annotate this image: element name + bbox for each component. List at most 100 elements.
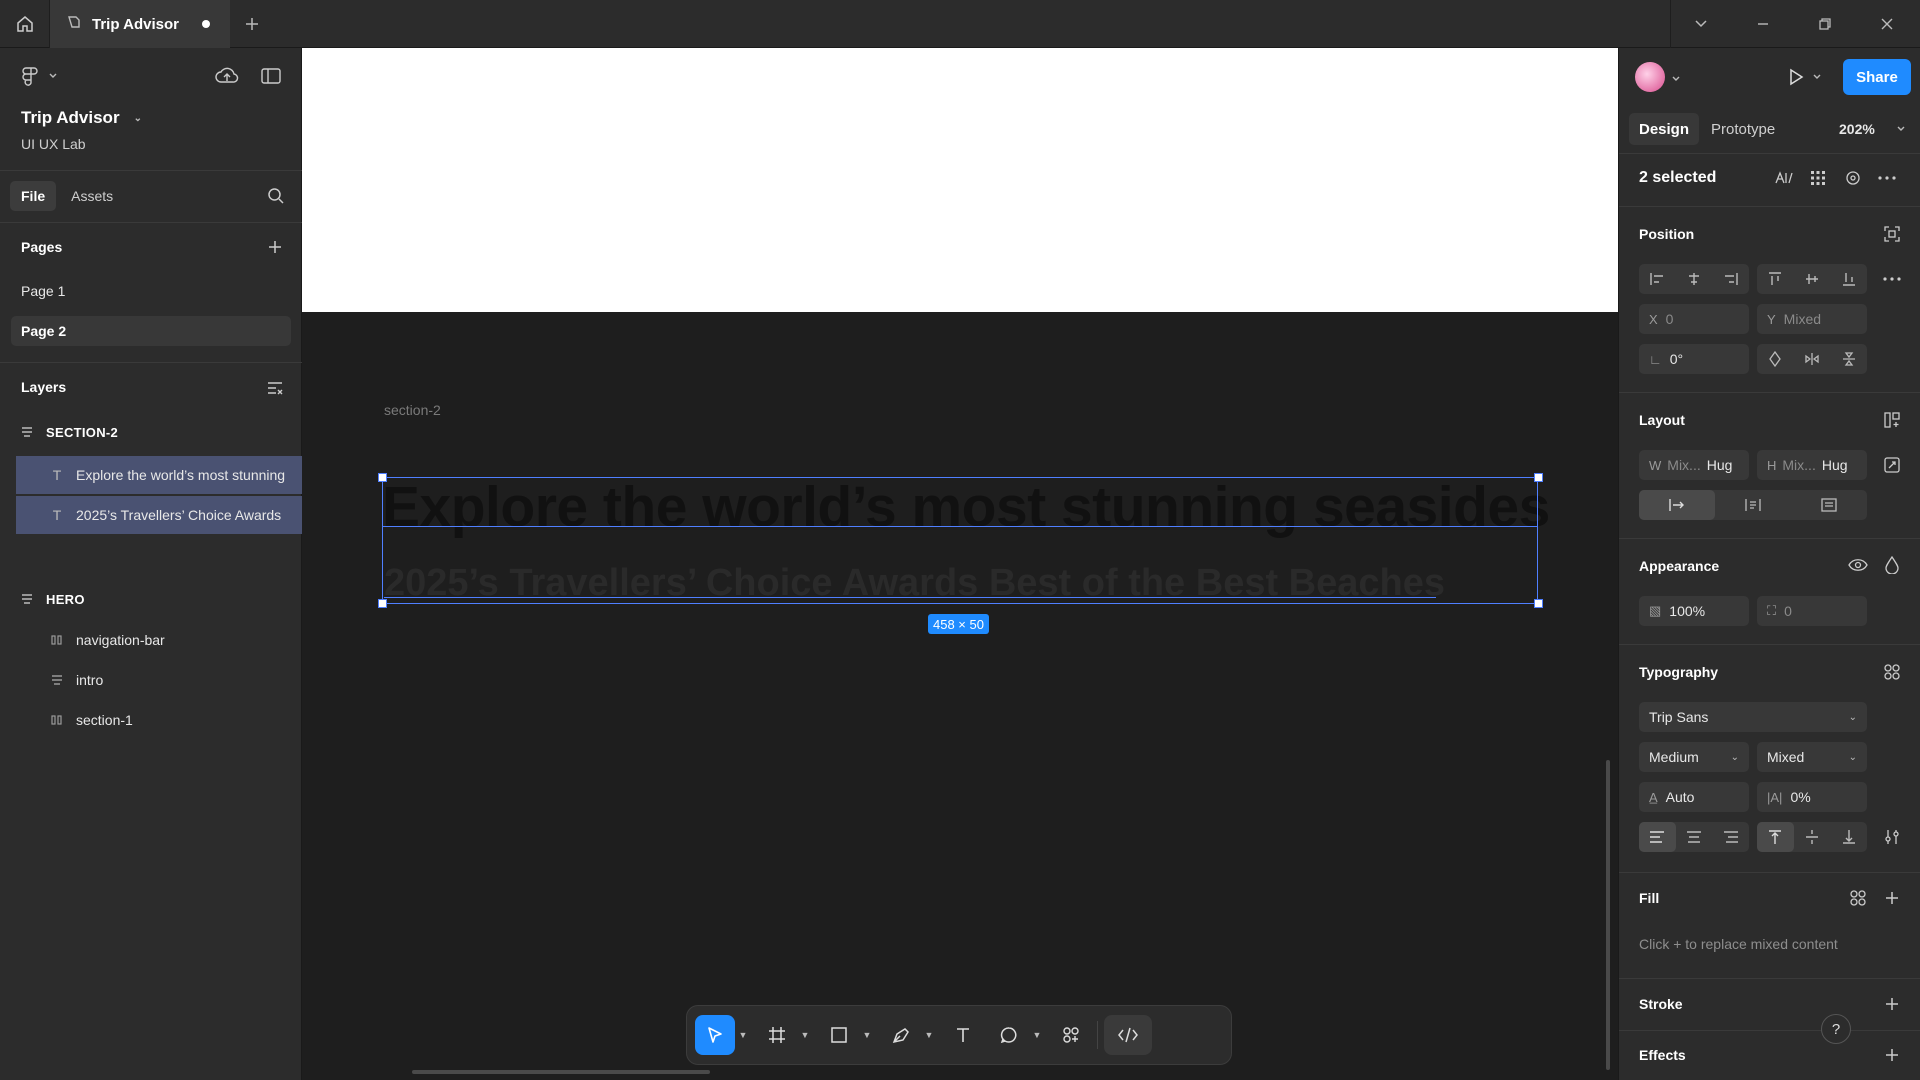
w-mode[interactable]: Hug xyxy=(1707,457,1733,473)
y-position-field[interactable]: Y Mixed xyxy=(1757,304,1867,334)
component-icon[interactable] xyxy=(1842,167,1864,189)
auto-width-icon[interactable] xyxy=(1639,490,1715,520)
canvas[interactable]: section-2 Explore the world’s most stunn… xyxy=(302,48,1618,1080)
new-tab-plus-icon[interactable] xyxy=(240,12,264,36)
sidebar-toggle-icon[interactable] xyxy=(260,65,282,87)
actions-tool-icon[interactable] xyxy=(1051,1015,1091,1055)
search-icon[interactable] xyxy=(265,185,287,207)
vertical-align-top-icon[interactable] xyxy=(1757,822,1794,852)
restore-icon[interactable] xyxy=(1794,0,1856,48)
home-icon[interactable] xyxy=(0,0,50,48)
text-tool-icon[interactable] xyxy=(943,1015,983,1055)
chevron-down-icon[interactable]: ▼ xyxy=(1029,1030,1045,1040)
chevron-down-icon[interactable] xyxy=(1665,68,1687,90)
rotation-field[interactable]: ∟ 0° xyxy=(1639,344,1749,374)
x-position-field[interactable]: X 0 xyxy=(1639,304,1749,334)
add-fill-plus-icon[interactable] xyxy=(1881,887,1903,909)
eye-icon[interactable] xyxy=(1847,554,1869,576)
resize-handle[interactable] xyxy=(378,599,387,608)
fixed-size-icon[interactable] xyxy=(1791,490,1867,520)
frame-label[interactable]: section-2 xyxy=(384,402,441,418)
chevron-down-icon[interactable] xyxy=(1806,66,1828,88)
align-middle-icon[interactable] xyxy=(1794,264,1831,294)
chevron-down-icon[interactable]: ▼ xyxy=(859,1030,875,1040)
project-title[interactable]: Trip Advisor ⌄ xyxy=(21,108,142,128)
hero-frame[interactable] xyxy=(302,48,1618,312)
page-item[interactable]: Page 1 xyxy=(11,276,291,306)
font-weight-select[interactable]: Medium ⌄ xyxy=(1639,742,1749,772)
layer-frame[interactable]: SECTION-2 xyxy=(16,413,302,451)
layer-text-selected[interactable]: T Explore the world’s most stunning xyxy=(16,456,302,494)
help-button[interactable]: ? xyxy=(1821,1014,1851,1044)
layers-filter-icon[interactable] xyxy=(264,377,286,399)
page-item-active[interactable]: Page 2 xyxy=(11,316,291,346)
resize-handle[interactable] xyxy=(1534,473,1543,482)
font-size-select[interactable]: Mixed ⌄ xyxy=(1757,742,1867,772)
grid-icon[interactable] xyxy=(1807,167,1829,189)
minimize-icon[interactable] xyxy=(1732,0,1794,48)
constraints-icon[interactable] xyxy=(1881,223,1903,245)
avatar[interactable] xyxy=(1635,62,1665,92)
rectangle-tool-icon[interactable] xyxy=(819,1015,859,1055)
vertical-scrollbar[interactable] xyxy=(1606,760,1610,1070)
chevron-down-icon[interactable] xyxy=(1890,118,1912,140)
layer-frame-child[interactable]: section-1 xyxy=(16,701,302,739)
height-field[interactable]: H Mix... Hug xyxy=(1757,450,1867,480)
play-icon[interactable] xyxy=(1785,66,1807,88)
resize-to-fit-icon[interactable] xyxy=(1881,454,1903,476)
layer-frame[interactable]: HERO xyxy=(16,580,302,618)
frame-tool-icon[interactable] xyxy=(757,1015,797,1055)
opacity-field[interactable]: ▧ 100% xyxy=(1639,596,1749,626)
file-tab[interactable]: Trip Advisor xyxy=(50,0,230,48)
blend-mode-icon[interactable] xyxy=(1881,554,1903,576)
add-page-plus-icon[interactable] xyxy=(264,236,286,258)
text-align-right-icon[interactable] xyxy=(1712,822,1749,852)
align-right-icon[interactable] xyxy=(1712,264,1749,294)
align-left-icon[interactable] xyxy=(1639,264,1676,294)
vertical-align-middle-icon[interactable] xyxy=(1794,822,1831,852)
zoom-level[interactable]: 202% xyxy=(1839,121,1875,137)
tab-design[interactable]: Design xyxy=(1629,113,1700,145)
corner-radius-field[interactable]: ⛶ 0 xyxy=(1757,596,1867,626)
chevron-down-icon[interactable] xyxy=(42,65,64,87)
chevron-down-icon[interactable] xyxy=(1670,0,1732,48)
layer-frame-child[interactable]: navigation-bar xyxy=(16,621,302,659)
text-align-left-icon[interactable] xyxy=(1639,822,1676,852)
horizontal-scrollbar[interactable] xyxy=(412,1070,710,1074)
comment-tool-icon[interactable] xyxy=(989,1015,1029,1055)
tab-prototype[interactable]: Prototype xyxy=(1701,113,1785,145)
align-bottom-icon[interactable] xyxy=(1830,264,1867,294)
text-styles-icon[interactable] xyxy=(1773,167,1795,189)
more-options-icon[interactable] xyxy=(1881,268,1903,290)
h-mode[interactable]: Hug xyxy=(1822,457,1848,473)
rotate-icon[interactable] xyxy=(1757,344,1794,374)
auto-height-icon[interactable] xyxy=(1715,490,1791,520)
align-top-icon[interactable] xyxy=(1757,264,1794,294)
tab-assets[interactable]: Assets xyxy=(60,181,124,211)
fill-styles-icon[interactable] xyxy=(1847,887,1869,909)
pen-tool-icon[interactable] xyxy=(881,1015,921,1055)
flip-horizontal-icon[interactable] xyxy=(1794,344,1831,374)
text-align-center-icon[interactable] xyxy=(1676,822,1713,852)
align-center-h-icon[interactable] xyxy=(1676,264,1713,294)
figma-menu-icon[interactable] xyxy=(20,65,42,87)
add-effect-plus-icon[interactable] xyxy=(1881,1044,1903,1066)
width-field[interactable]: W Mix... Hug xyxy=(1639,450,1749,480)
line-height-field[interactable]: A̲ Auto xyxy=(1639,782,1749,812)
chevron-down-icon[interactable]: ▼ xyxy=(735,1030,751,1040)
font-family-select[interactable]: Trip Sans ⌄ xyxy=(1639,702,1867,732)
share-button[interactable]: Share xyxy=(1843,59,1911,95)
auto-layout-icon[interactable] xyxy=(1881,409,1903,431)
text-style-grid-icon[interactable] xyxy=(1881,661,1903,683)
chevron-down-icon[interactable]: ▼ xyxy=(921,1030,937,1040)
flip-vertical-icon[interactable] xyxy=(1830,344,1867,374)
vertical-align-bottom-icon[interactable] xyxy=(1830,822,1867,852)
selection-box[interactable] xyxy=(382,477,1538,604)
tab-file[interactable]: File xyxy=(10,181,57,211)
add-stroke-plus-icon[interactable] xyxy=(1881,993,1903,1015)
letter-spacing-field[interactable]: |A| 0% xyxy=(1757,782,1867,812)
layer-text-selected[interactable]: T 2025’s Travellers’ Choice Awards xyxy=(16,496,302,534)
move-tool-icon[interactable] xyxy=(695,1015,735,1055)
resize-handle[interactable] xyxy=(1534,599,1543,608)
layer-frame-child[interactable]: intro xyxy=(16,661,302,699)
